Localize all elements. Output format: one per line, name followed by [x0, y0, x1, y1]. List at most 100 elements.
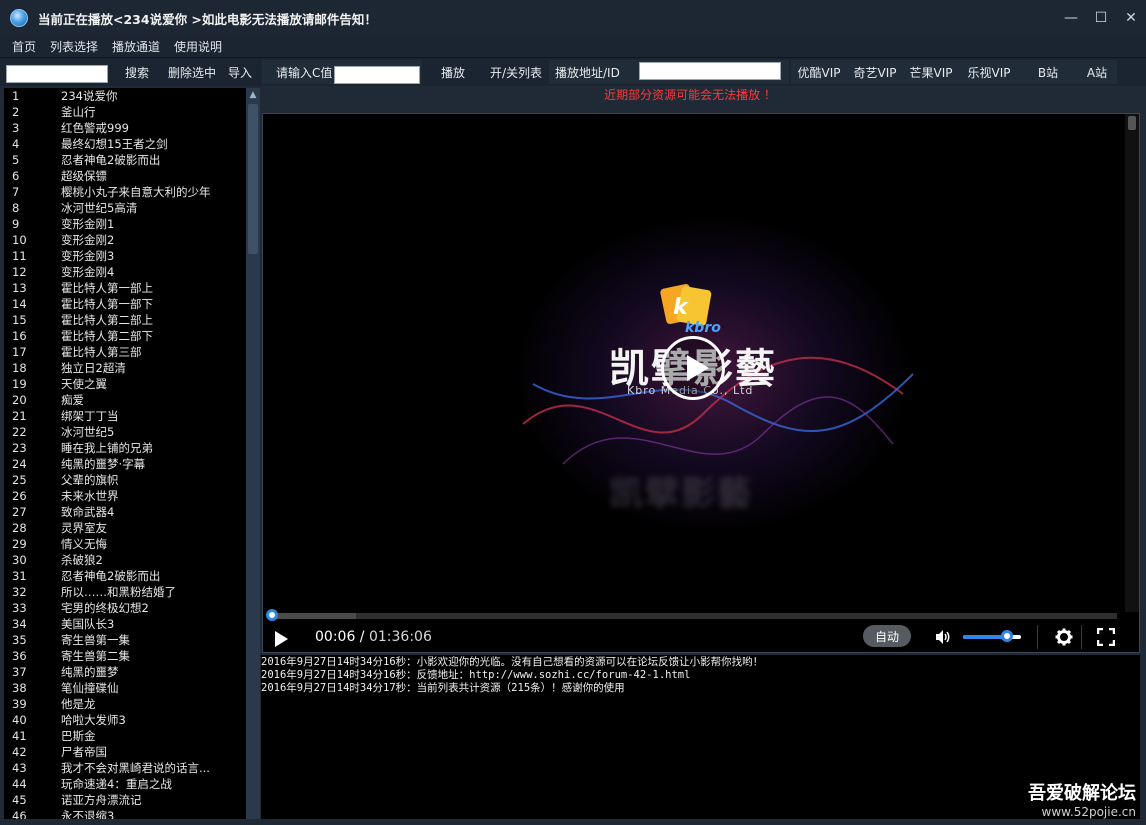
list-item-title: 234说爱你: [61, 89, 118, 103]
list-item-index: 25: [12, 473, 27, 487]
list-item[interactable]: 42 尸者帝国: [4, 744, 246, 760]
close-button[interactable]: ✕: [1116, 0, 1146, 36]
list-item[interactable]: 4 最终幻想15王者之剑: [4, 136, 246, 152]
list-item[interactable]: 10 变形金刚2: [4, 232, 246, 248]
video-player: k kbro 凯擘影藝 Kbro Media Co., Ltd 凯擘影藝 00:…: [262, 113, 1140, 653]
list-item[interactable]: 12 变形金刚4: [4, 264, 246, 280]
list-item[interactable]: 2 釜山行: [4, 104, 246, 120]
list-item-index: 34: [12, 617, 27, 631]
letv-vip-button[interactable]: 乐视VIP: [959, 60, 1019, 84]
list-item-title: 痴爱: [61, 393, 84, 407]
list-item[interactable]: 3 红色警戒999: [4, 120, 246, 136]
address-input[interactable]: [639, 62, 781, 80]
list-item[interactable]: 21 绑架丁丁当: [4, 408, 246, 424]
scroll-up-icon[interactable]: ▲: [246, 88, 260, 102]
list-item[interactable]: 16 霍比特人第二部下: [4, 328, 246, 344]
list-item[interactable]: 24 纯黑的噩梦·字幕: [4, 456, 246, 472]
list-item[interactable]: 38 笔仙撞碟仙: [4, 680, 246, 696]
list-item-index: 37: [12, 665, 27, 679]
quality-auto-button[interactable]: 自动: [863, 625, 911, 647]
list-item[interactable]: 18 独立日2超清: [4, 360, 246, 376]
watermark-url: www.52pojie.cn: [1041, 805, 1136, 819]
menu-help[interactable]: 使用说明: [174, 38, 222, 55]
list-item[interactable]: 6 超级保镖: [4, 168, 246, 184]
search-input[interactable]: [6, 65, 108, 83]
menu-play-channel[interactable]: 播放通道: [112, 38, 160, 55]
scroll-thumb[interactable]: [248, 104, 258, 254]
list-item[interactable]: 34 美国队长3: [4, 616, 246, 632]
minimize-button[interactable]: —: [1056, 0, 1086, 36]
list-scrollbar[interactable]: ▲: [246, 88, 260, 819]
movie-list[interactable]: 1 234说爱你 2 釜山行 3 红色警戒999 4 最终幻想15王者之剑 5 忍者神龟2破影而出…: [4, 88, 246, 819]
list-item-title: 笔仙撞碟仙: [61, 681, 119, 695]
list-item[interactable]: 27 致命武器4: [4, 504, 246, 520]
video-area[interactable]: k kbro 凯擘影藝 Kbro Media Co., Ltd 凯擘影藝: [263, 114, 1139, 612]
progress-bar[interactable]: [271, 613, 1117, 619]
fullscreen-icon[interactable]: [1097, 628, 1115, 646]
list-item[interactable]: 26 未来水世界: [4, 488, 246, 504]
delete-selected-button[interactable]: 删除选中: [164, 59, 220, 85]
play-button[interactable]: 播放: [424, 59, 482, 85]
volume-knob[interactable]: [1001, 630, 1013, 642]
list-item[interactable]: 41 巴斯金: [4, 728, 246, 744]
search-button[interactable]: 搜索: [118, 59, 156, 85]
list-item[interactable]: 29 情义无悔: [4, 536, 246, 552]
progress-knob[interactable]: [266, 609, 278, 621]
list-item[interactable]: 33 宅男的终极幻想2: [4, 600, 246, 616]
list-item[interactable]: 35 寄生兽第一集: [4, 632, 246, 648]
list-item-index: 45: [12, 793, 27, 807]
list-item[interactable]: 11 变形金刚3: [4, 248, 246, 264]
import-button[interactable]: 导入: [224, 59, 256, 85]
iqiyi-vip-button[interactable]: 奇艺VIP: [847, 60, 903, 84]
acfun-button[interactable]: A站: [1077, 60, 1117, 84]
list-item[interactable]: 14 霍比特人第一部下: [4, 296, 246, 312]
title-bar: 当前正在播放<234说爱你 >如此电影无法播放请邮件告知！ — ☐ ✕: [0, 0, 1146, 36]
gear-icon[interactable]: [1055, 628, 1073, 646]
list-item[interactable]: 45 诺亚方舟漂流记: [4, 792, 246, 808]
list-item[interactable]: 9 变形金刚1: [4, 216, 246, 232]
list-item[interactable]: 44 玩命速递4：重启之战: [4, 776, 246, 792]
list-item[interactable]: 8 冰河世纪5高清: [4, 200, 246, 216]
list-item[interactable]: 17 霍比特人第三部: [4, 344, 246, 360]
video-scroll-thumb[interactable]: [1128, 116, 1136, 130]
list-item[interactable]: 36 寄生兽第二集: [4, 648, 246, 664]
list-item[interactable]: 5 忍者神龟2破影而出: [4, 152, 246, 168]
volume-icon[interactable]: [935, 629, 951, 645]
list-item[interactable]: 37 纯黑的噩梦: [4, 664, 246, 680]
list-item[interactable]: 32 所以……和黑粉结婚了: [4, 584, 246, 600]
bilibili-button[interactable]: B站: [1019, 60, 1077, 84]
list-item[interactable]: 15 霍比特人第二部上: [4, 312, 246, 328]
c-value-input[interactable]: [334, 66, 420, 84]
mango-vip-button[interactable]: 芒果VIP: [903, 60, 959, 84]
list-item-title: 霍比特人第二部下: [61, 329, 153, 343]
list-item[interactable]: 40 哈啦大发师3: [4, 712, 246, 728]
menu-list-select[interactable]: 列表选择: [50, 38, 98, 55]
list-item[interactable]: 31 忍者神龟2破影而出: [4, 568, 246, 584]
list-item[interactable]: 20 痴爱: [4, 392, 246, 408]
list-item[interactable]: 1 234说爱你: [4, 88, 246, 104]
app-logo-icon: [10, 9, 28, 27]
big-play-icon[interactable]: [661, 336, 725, 400]
list-item[interactable]: 13 霍比特人第一部上: [4, 280, 246, 296]
list-item[interactable]: 23 睡在我上铺的兄弟: [4, 440, 246, 456]
list-item-index: 9: [12, 217, 20, 231]
list-item-index: 22: [12, 425, 27, 439]
menu-home[interactable]: 首页: [12, 38, 36, 55]
maximize-button[interactable]: ☐: [1086, 0, 1116, 36]
video-scrollbar[interactable]: [1125, 114, 1139, 612]
list-item[interactable]: 30 杀破狼2: [4, 552, 246, 568]
list-item[interactable]: 43 我才不会对黑崎君说的话言...: [4, 760, 246, 776]
list-item[interactable]: 28 灵界室友: [4, 520, 246, 536]
list-item[interactable]: 22 冰河世纪5: [4, 424, 246, 440]
list-item[interactable]: 39 他是龙: [4, 696, 246, 712]
list-item-title: 永不退缩3: [61, 809, 115, 819]
youku-vip-button[interactable]: 优酷VIP: [791, 60, 847, 84]
list-item[interactable]: 25 父辈的旗帜: [4, 472, 246, 488]
list-item[interactable]: 7 樱桃小丸子来自意大利的少年: [4, 184, 246, 200]
list-item-index: 32: [12, 585, 27, 599]
play-icon[interactable]: [275, 631, 288, 647]
toggle-list-button[interactable]: 开/关列表: [484, 59, 548, 85]
list-item[interactable]: 19 天使之翼: [4, 376, 246, 392]
progress-buffer: [271, 613, 356, 619]
list-item[interactable]: 46 永不退缩3: [4, 808, 246, 819]
